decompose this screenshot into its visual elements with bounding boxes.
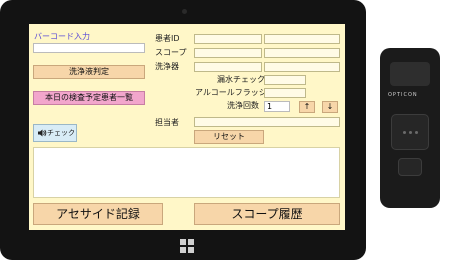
sound-check-button[interactable]: チェック <box>33 124 77 142</box>
decrement-button[interactable]: ↓ <box>322 101 338 113</box>
log-area[interactable] <box>33 147 340 198</box>
alcohol-flush-label: アルコールフラッシュ <box>195 88 275 97</box>
scanner-window <box>390 62 430 86</box>
scanner-trigger-button <box>391 114 429 150</box>
acid-record-button[interactable]: アセサイド記録 <box>33 203 163 225</box>
washer-field[interactable] <box>194 62 262 72</box>
staff-field[interactable] <box>194 117 340 127</box>
wash-count-label: 洗浄回数 <box>227 101 259 110</box>
barcode-input[interactable] <box>33 43 145 53</box>
scanner-brand-label: OPTICON <box>388 92 418 98</box>
sound-check-label: チェック <box>47 129 75 137</box>
wash-count-value: 1 <box>267 102 273 111</box>
scanner-led-icon <box>409 131 412 134</box>
scope-field[interactable] <box>194 48 262 58</box>
reset-button[interactable]: リセット <box>194 130 264 144</box>
barcode-scanner-device: OPTICON <box>380 48 440 208</box>
barcode-label: バーコード入力 <box>34 32 90 41</box>
scanner-small-button <box>398 158 422 176</box>
leak-check-label: 漏水チェック <box>217 75 265 84</box>
scanner-led-icon <box>415 131 418 134</box>
patient-id-label: 患者ID <box>155 34 180 43</box>
washer-label: 洗浄器 <box>155 62 179 71</box>
windows-logo-icon[interactable] <box>180 239 194 253</box>
wash-judge-button[interactable]: 洗浄液判定 <box>33 65 145 79</box>
patient-name-field[interactable] <box>264 34 340 44</box>
increment-button[interactable]: ↑ <box>299 101 315 113</box>
today-patients-button[interactable]: 本日の検査予定患者一覧 <box>33 91 145 105</box>
leak-check-field[interactable] <box>264 75 306 85</box>
speaker-icon <box>38 129 47 137</box>
staff-label: 担当者 <box>155 118 179 127</box>
wash-count-input[interactable]: 1 <box>264 101 290 112</box>
scope-label: スコープ <box>155 48 187 57</box>
scope-name-field[interactable] <box>264 48 340 58</box>
camera-icon <box>182 9 187 14</box>
app-screen: バーコード入力 洗浄液判定 本日の検査予定患者一覧 チェック 患者ID スコープ… <box>29 24 345 230</box>
scanner-led-icon <box>403 131 406 134</box>
scope-history-button[interactable]: スコープ履歴 <box>194 203 340 225</box>
alcohol-flush-field[interactable] <box>264 88 306 98</box>
washer-name-field[interactable] <box>264 62 340 72</box>
patient-id-field[interactable] <box>194 34 262 44</box>
